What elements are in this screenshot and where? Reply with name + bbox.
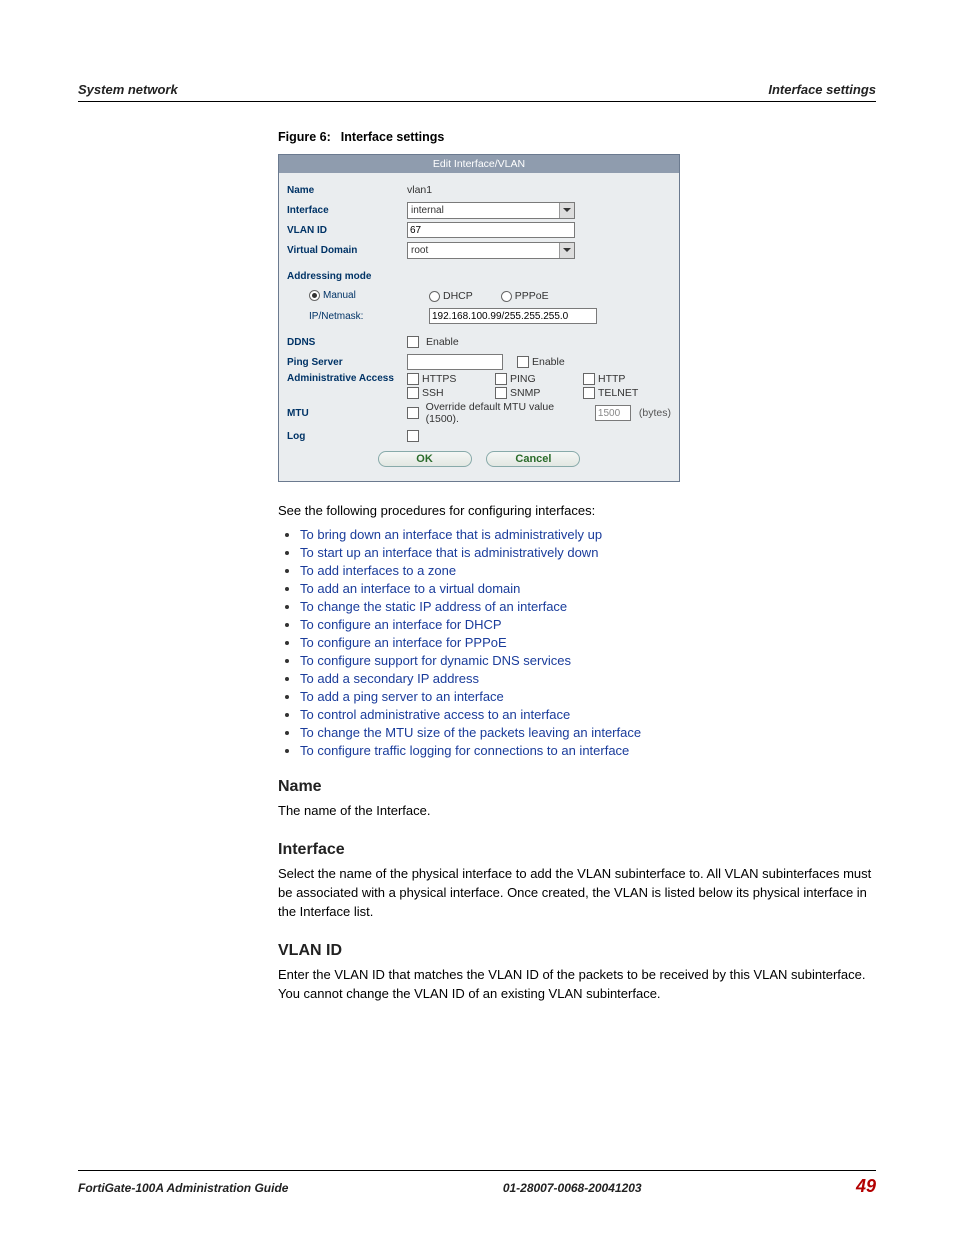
link-item[interactable]: To change the static IP address of an in… [300, 599, 567, 614]
dhcp-label: DHCP [443, 290, 473, 302]
http-checkbox[interactable] [583, 373, 595, 385]
link-item[interactable]: To configure traffic logging for connect… [300, 743, 629, 758]
link-item[interactable]: To bring down an interface that is admin… [300, 527, 602, 542]
link-item[interactable]: To add an interface to a virtual domain [300, 581, 520, 596]
chevron-down-icon [559, 203, 574, 218]
figure-number: Figure 6: [278, 130, 331, 144]
pppoe-radio-row: PPPoE [501, 290, 549, 302]
link-item[interactable]: To change the MTU size of the packets le… [300, 725, 641, 740]
telnet-checkbox[interactable] [583, 387, 595, 399]
interface-select-value: internal [411, 205, 444, 216]
mtu-unit-label: (bytes) [639, 407, 671, 419]
name-label: Name [287, 185, 407, 196]
edit-interface-dialog: Edit Interface/VLAN Name vlan1 Interface… [278, 154, 680, 482]
snmp-label: SNMP [510, 387, 540, 399]
intro-paragraph: See the following procedures for configu… [278, 502, 876, 521]
vlanid-heading: VLAN ID [278, 942, 876, 960]
https-label: HTTPS [422, 373, 456, 385]
interface-label: Interface [287, 205, 407, 216]
ddns-enable-label: Enable [426, 336, 459, 348]
vlanid-paragraph: Enter the VLAN ID that matches the VLAN … [278, 966, 876, 1004]
figure-caption: Figure 6: Interface settings [278, 130, 876, 144]
manual-radio[interactable] [309, 290, 320, 301]
pppoe-label: PPPoE [515, 290, 549, 302]
dialog-title: Edit Interface/VLAN [279, 155, 679, 173]
footer-mid: 01-28007-0068-20041203 [503, 1181, 642, 1195]
name-heading: Name [278, 778, 876, 796]
telnet-label: TELNET [598, 387, 638, 399]
pingserver-label: Ping Server [287, 357, 407, 368]
link-item[interactable]: To add interfaces to a zone [300, 563, 456, 578]
log-label: Log [287, 431, 407, 442]
link-item[interactable]: To configure an interface for DHCP [300, 617, 502, 632]
ssh-checkbox[interactable] [407, 387, 419, 399]
vlanid-input[interactable] [407, 222, 575, 238]
chevron-down-icon [559, 243, 574, 258]
mtu-label: MTU [287, 408, 407, 419]
figure-title: Interface settings [341, 130, 445, 144]
link-item[interactable]: To control administrative access to an i… [300, 707, 570, 722]
link-item[interactable]: To configure an interface for PPPoE [300, 635, 507, 650]
link-item[interactable]: To add a secondary IP address [300, 671, 479, 686]
header-rule [78, 101, 876, 102]
ddns-checkbox[interactable] [407, 336, 419, 348]
header-right: Interface settings [768, 82, 876, 97]
interface-paragraph: Select the name of the physical interfac… [278, 865, 876, 922]
link-item[interactable]: To add a ping server to an interface [300, 689, 504, 704]
interface-select[interactable]: internal [407, 202, 575, 219]
ssh-label: SSH [422, 387, 444, 399]
dhcp-radio-row: DHCP [429, 290, 473, 302]
https-checkbox[interactable] [407, 373, 419, 385]
mtu-input [595, 405, 631, 421]
name-value: vlan1 [407, 184, 671, 196]
link-item[interactable]: To start up an interface that is adminis… [300, 545, 598, 560]
pingserver-checkbox[interactable] [517, 356, 529, 368]
vdomain-select-value: root [411, 245, 428, 256]
ping-checkbox[interactable] [495, 373, 507, 385]
cancel-button[interactable]: Cancel [486, 451, 580, 467]
pppoe-radio[interactable] [501, 291, 512, 302]
ok-button[interactable]: OK [378, 451, 472, 467]
interface-heading: Interface [278, 841, 876, 859]
http-label: HTTP [598, 373, 625, 385]
procedure-link-list: To bring down an interface that is admin… [278, 527, 876, 758]
snmp-checkbox[interactable] [495, 387, 507, 399]
ipnetmask-input[interactable] [429, 308, 597, 324]
vdomain-select[interactable]: root [407, 242, 575, 259]
ddns-label: DDNS [287, 337, 407, 348]
mtu-override-checkbox[interactable] [407, 407, 419, 419]
manual-radio-row: Manual [287, 290, 429, 301]
header-left: System network [78, 82, 178, 97]
name-paragraph: The name of the Interface. [278, 802, 876, 821]
ping-label: PING [510, 373, 536, 385]
page-number: 49 [856, 1176, 876, 1197]
mtu-override-label: Override default MTU value (1500). [426, 401, 585, 425]
dhcp-radio[interactable] [429, 291, 440, 302]
pingserver-enable-row: Enable [517, 356, 565, 368]
log-checkbox[interactable] [407, 430, 419, 442]
link-item[interactable]: To configure support for dynamic DNS ser… [300, 653, 571, 668]
footer-left: FortiGate-100A Administration Guide [78, 1181, 288, 1195]
manual-label: Manual [323, 291, 356, 302]
addrmode-label: Addressing mode [287, 271, 407, 282]
adminaccess-label: Administrative Access [287, 373, 407, 384]
vlanid-label: VLAN ID [287, 225, 407, 236]
pingserver-enable-label: Enable [532, 356, 565, 368]
footer-rule [78, 1170, 876, 1171]
ipnetmask-label: IP/Netmask: [287, 311, 429, 322]
pingserver-input[interactable] [407, 354, 503, 370]
vdomain-label: Virtual Domain [287, 245, 407, 256]
